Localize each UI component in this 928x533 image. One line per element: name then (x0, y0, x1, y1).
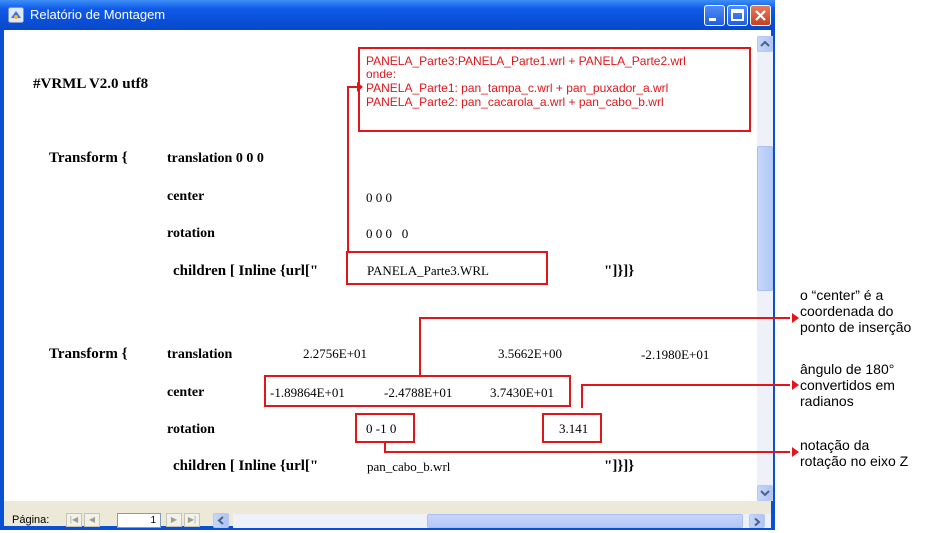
rotation-note-line-2: rotação no eixo Z (800, 453, 909, 469)
children-to-composition-line (347, 86, 357, 251)
rotation-note: notação da rotação no eixo Z (800, 437, 908, 469)
center-note-connector (419, 317, 790, 375)
center-note: o “center” é a coordenada do ponto de in… (800, 287, 911, 335)
arrowhead-composition (357, 82, 363, 92)
angle-note: ângulo de 180° convertidos em radianos (800, 361, 895, 409)
center-note-line-1: o “center” é a (800, 287, 884, 303)
rotation-note-line-1: notação da (800, 437, 870, 453)
arrowhead-angle (792, 380, 799, 390)
center-note-line-2: coordenada do (800, 303, 894, 319)
arrowhead-rotation (792, 447, 799, 457)
rotation-note-connector (384, 443, 790, 453)
angle-note-line-3: radianos (800, 393, 854, 409)
center-note-line-3: ponto de inserção (800, 319, 912, 335)
angle-note-line-1: ângulo de 180° (800, 361, 895, 377)
angle-note-line-2: convertidos em (800, 377, 895, 393)
arrowhead-center (792, 313, 799, 323)
annotation-connectors (347, 82, 799, 457)
angle-note-connector (581, 384, 790, 408)
